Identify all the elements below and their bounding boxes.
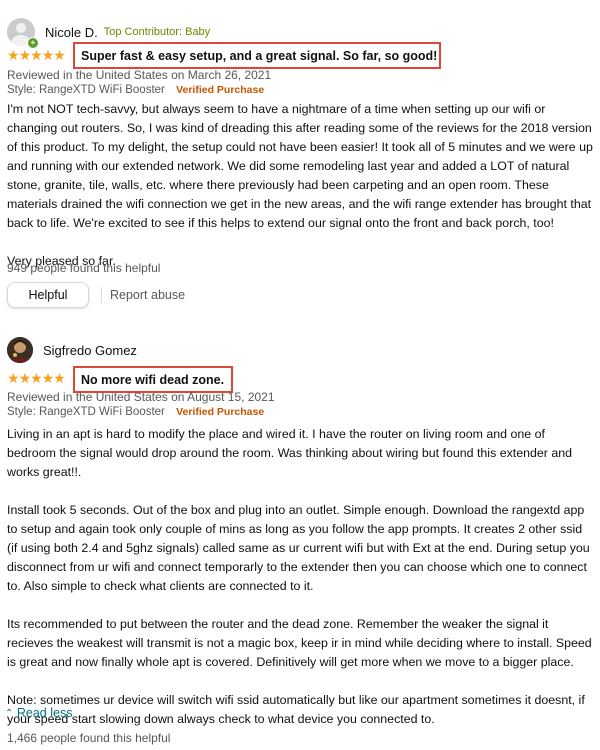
verified-purchase-badge: Verified Purchase — [176, 406, 265, 418]
divider — [101, 287, 102, 303]
style-value[interactable]: RangeXTD WiFi Booster — [39, 406, 165, 418]
review-body: Living in an apt is hard to modify the p… — [7, 425, 595, 748]
review-title-highlight[interactable]: Super fast & easy setup, and a great sig… — [73, 42, 441, 69]
helpful-button[interactable]: Helpful — [7, 282, 89, 308]
review-paragraph: Note: sometimes ur device will switch wi… — [7, 693, 585, 726]
reviewer-name: Sigfredo Gomez — [43, 342, 137, 358]
verified-purchase-badge: Verified Purchase — [176, 84, 265, 96]
review-title: No more wifi dead zone. — [81, 372, 225, 387]
review-title: Super fast & easy setup, and a great sig… — [81, 48, 438, 63]
style-label: Style: — [7, 84, 36, 96]
star-icon: ★ — [18, 370, 32, 386]
helpful-count: 949 people found this helpful — [7, 261, 161, 275]
reviewer-name: Nicole D. — [45, 24, 98, 40]
review-date: Reviewed in the United States on August … — [7, 390, 275, 404]
star-icon: ★ — [7, 47, 20, 63]
star-icon: ★ — [41, 47, 55, 63]
star-icon: ★ — [18, 47, 32, 63]
review-title-highlight[interactable]: No more wifi dead zone. — [73, 366, 233, 393]
read-less-label: Read less — [16, 706, 73, 720]
star-icon: ★ — [30, 47, 43, 63]
style-line: Style: RangeXTD WiFi Booster Verified Pu… — [7, 84, 264, 96]
star-icon: ★ — [53, 47, 66, 63]
style-label: Style: — [7, 406, 36, 418]
reviewer-profile[interactable]: Sigfredo Gomez — [7, 337, 137, 363]
style-line: Style: RangeXTD WiFi Booster Verified Pu… — [7, 406, 264, 418]
star-rating[interactable]: ★ ★ ★ ★ ★ — [7, 47, 66, 63]
review-date: Reviewed in the United States on March 2… — [7, 68, 272, 82]
contributor-badge: Top Contributor: Baby — [103, 26, 211, 38]
star-icon: ★ — [7, 370, 20, 386]
star-rating[interactable]: ★ ★ ★ ★ ★ — [7, 370, 66, 386]
chevron-up-icon: ⌃ — [5, 708, 14, 719]
read-less-link[interactable]: ⌃ Read less — [5, 706, 72, 720]
helpful-count: 1,466 people found this helpful — [7, 731, 171, 745]
style-value[interactable]: RangeXTD WiFi Booster — [39, 84, 165, 96]
review-paragraph: Living in an apt is hard to modify the p… — [7, 427, 573, 479]
user-photo-avatar — [7, 337, 33, 363]
star-icon: ★ — [53, 370, 66, 386]
star-icon: ★ — [30, 370, 43, 386]
review-paragraph: Install took 5 seconds. Out of the box a… — [7, 503, 590, 593]
report-abuse-link[interactable]: Report abuse — [110, 288, 185, 302]
review-paragraph: Its recommended to put between the route… — [7, 617, 592, 669]
review-paragraph: I'm not NOT tech-savvy, but always seem … — [7, 102, 593, 230]
star-icon: ★ — [41, 370, 55, 386]
